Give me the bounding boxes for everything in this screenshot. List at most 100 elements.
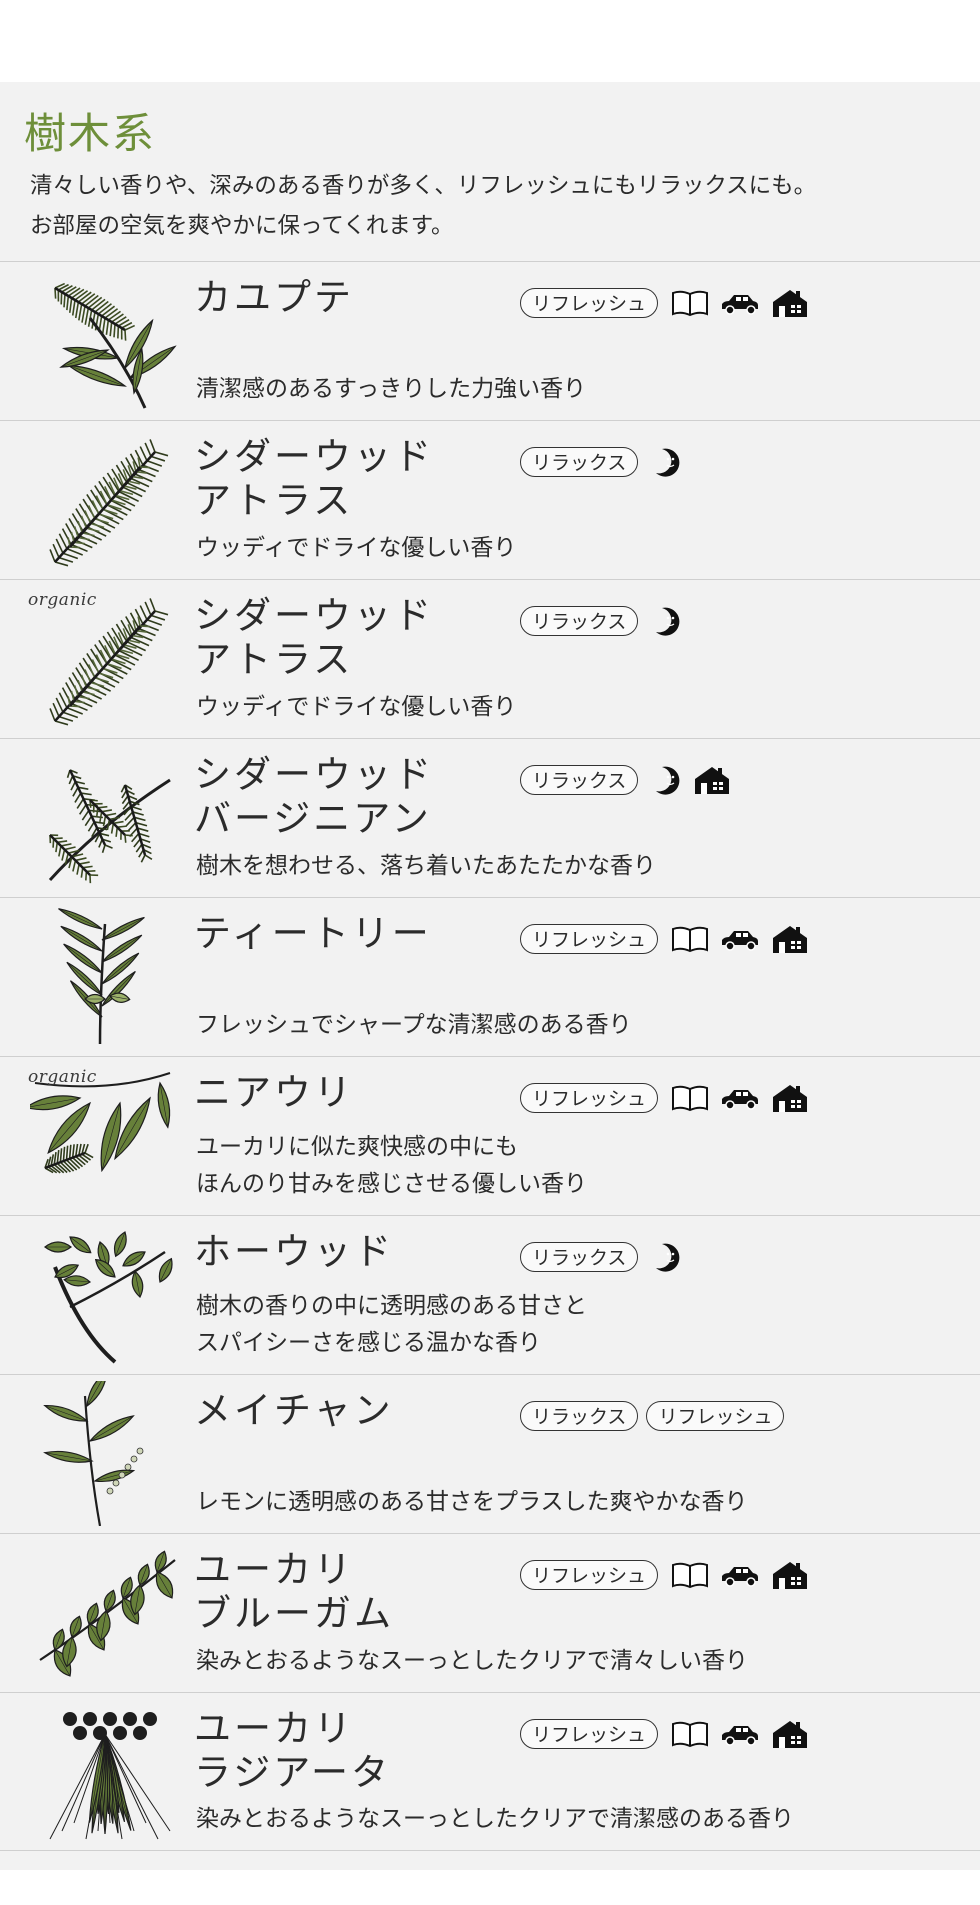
book-icon [672, 926, 709, 953]
oil-description: 樹木の香りの中に透明感のある甘さと スパイシーさを感じる温かな香り [196, 1288, 587, 1362]
tag-group: リラックス [520, 765, 732, 795]
oil-description: 染みとおるようなスーっとしたクリアで清々しい香り [196, 1643, 748, 1680]
oil-name: ユーカリ ブルーガム [194, 1548, 394, 1636]
oil-name: カユプテ [194, 276, 354, 320]
oil-name-line: シダーウッド [194, 435, 434, 478]
oil-description: 清潔感のあるすっきりした力強い香り [196, 371, 586, 408]
tag-group: リフレッシュ [520, 924, 810, 954]
usage-icons [650, 606, 682, 636]
house-icon [695, 767, 730, 794]
effect-tag: リラックス [520, 1401, 639, 1431]
moon-icon [656, 1243, 680, 1272]
effect-tag: リフレッシュ [520, 288, 659, 318]
oil-name: ニアウリ [194, 1071, 354, 1115]
moon-icon [656, 607, 680, 636]
plant-illustration [58, 908, 145, 1045]
house-icon [773, 1721, 808, 1748]
oil-name-line: ホーウッド [194, 1230, 394, 1273]
plant-illustration [44, 1231, 173, 1364]
oil-description: 樹木を想わせる、落ち着いたあたたかな香り [196, 848, 656, 885]
car-icon [722, 295, 759, 315]
effect-tag: リフレッシュ [520, 1719, 659, 1749]
usage-icons [670, 1560, 810, 1590]
tag-group: リフレッシュ [520, 1719, 810, 1749]
oil-name-line: アトラス [194, 638, 354, 681]
usage-icons [650, 765, 732, 795]
oil-item[interactable]: ティートリー リフレッシュ フレッシュでシャープな清潔感のある香り [0, 897, 980, 1056]
tag-group: リラックス [520, 447, 682, 477]
usage-icons [650, 447, 682, 477]
tag-group: リラックス リフレッシュ [520, 1401, 785, 1431]
tag-group: リフレッシュ [520, 1083, 810, 1113]
car-icon [722, 1090, 759, 1110]
usage-icons [670, 288, 810, 318]
oil-name: ホーウッド [194, 1230, 394, 1274]
oil-name: シダーウッド アトラス [194, 594, 434, 682]
tag-group: リラックス [520, 606, 682, 636]
effect-tag: リフレッシュ [646, 1401, 785, 1431]
organic-label: organic [28, 590, 97, 610]
oil-description: ウッディでドライな優しい香り [196, 689, 516, 726]
plant-illustration [54, 282, 177, 409]
description-line: フレッシュでシャープな清潔感のある香り [196, 1012, 632, 1038]
oil-item[interactable]: organic ニアウリ リフレッシュ ユーカリに似た爽快感の中にも ほんのり甘みを感じ… [0, 1056, 980, 1215]
section-intro: 清々しい香りや、深みのある香りが多く、リフレッシュにもリラックスにも。 お部屋の… [30, 166, 970, 246]
usage-icons [670, 1083, 810, 1113]
oil-name-line: ユーカリ [194, 1548, 354, 1591]
oil-item[interactable]: シダーウッド バージニアン リラックス樹木を想わせる、落ち着いたあたたかな香り [0, 738, 980, 897]
oil-item[interactable]: シダーウッド アトラス リラックスウッディでドライな優しい香り [0, 420, 980, 579]
description-line: 樹木を想わせる、落ち着いたあたたかな香り [196, 853, 656, 879]
oil-name-line: バージニアン [194, 797, 432, 840]
moon-icon [656, 766, 680, 795]
description-line: ウッディでドライな優しい香り [196, 694, 517, 720]
tag-group: リラックス [520, 1242, 682, 1272]
car-icon [722, 1726, 759, 1746]
car-icon [722, 931, 759, 951]
plant-illustration [49, 1712, 171, 1840]
house-icon [773, 926, 808, 953]
usage-icons [670, 924, 810, 954]
description-line: 清潔感のあるすっきりした力強い香り [196, 376, 587, 402]
usage-icons [650, 1242, 682, 1272]
plant-illustration [48, 769, 171, 884]
effect-tag: リラックス [520, 606, 639, 636]
oil-description: 染みとおるようなスーっとしたクリアで清潔感のある香り [196, 1801, 794, 1838]
oil-item[interactable]: カユプテ リフレッシュ清潔感のあるすっきりした力強い香り [0, 261, 980, 420]
oil-item[interactable]: ホーウッド リラックス樹木の香りの中に透明感のある甘さと スパイシーさを感じる温かな… [0, 1215, 980, 1374]
description-line: ほんのり甘みを感じさせる優しい香り [196, 1171, 587, 1197]
description-line: 染みとおるようなスーっとしたクリアで清潔感のある香り [196, 1806, 794, 1832]
oil-item[interactable]: organic シダーウッド アトラス リラックスウッディでドライな優しい香り [0, 579, 980, 738]
house-icon [773, 290, 808, 317]
effect-tag: リラックス [520, 1242, 639, 1272]
description-line: スパイシーさを感じる温かな香り [196, 1330, 541, 1356]
plant-illustration [43, 1381, 144, 1526]
description-line: ウッディでドライな優しい香り [196, 535, 517, 561]
book-icon [672, 1562, 709, 1589]
effect-tag: リフレッシュ [520, 1083, 659, 1113]
oil-name: ユーカリ ラジアータ [194, 1707, 391, 1795]
oil-list: カユプテ リフレッシュ 清潔感のあるすっきりした力強い香り シダーウッド アトラス リラッ… [0, 261, 980, 1851]
oil-item[interactable]: ユーカリ ラジアータ リフレッシュ染みとおるようなスーっとしたクリアで清潔感のある香… [0, 1692, 980, 1851]
oil-name-line: ユーカリ [194, 1707, 354, 1750]
intro-line: お部屋の空気を爽やかに保ってくれます。 [30, 213, 454, 239]
house-icon [773, 1085, 808, 1112]
effect-tag: リフレッシュ [520, 1560, 659, 1590]
oil-name: シダーウッド アトラス [194, 435, 434, 523]
house-icon [773, 1562, 808, 1589]
oil-description: レモンに透明感のある甘さをプラスした爽やかな香り [196, 1484, 748, 1521]
oil-item[interactable]: ユーカリ ブルーガム リフレッシュ染みとおるようなスーっとしたクリアで清々しい香り [0, 1533, 980, 1692]
tag-group: リフレッシュ [520, 288, 810, 318]
description-line: 樹木の香りの中に透明感のある甘さと [196, 1293, 587, 1319]
oil-name-line: ニアウリ [194, 1071, 354, 1114]
oil-name: メイチャン [194, 1389, 394, 1433]
description-line: 染みとおるようなスーっとしたクリアで清々しい香り [196, 1648, 748, 1674]
oil-name-line: シダーウッド [194, 753, 434, 796]
oil-name-line: ブルーガム [194, 1592, 394, 1635]
oil-name-line: アトラス [194, 479, 354, 522]
oil-item[interactable]: メイチャン リラックス リフレッシュレモンに透明感のある甘さをプラスした爽やかな香り [0, 1374, 980, 1533]
oil-name-line: ラジアータ [194, 1751, 392, 1794]
oil-description: フレッシュでシャープな清潔感のある香り [196, 1007, 632, 1044]
description-line: レモンに透明感のある甘さをプラスした爽やかな香り [196, 1489, 748, 1515]
book-icon [672, 1721, 709, 1748]
description-line: ユーカリに似た爽快感の中にも [196, 1134, 518, 1160]
